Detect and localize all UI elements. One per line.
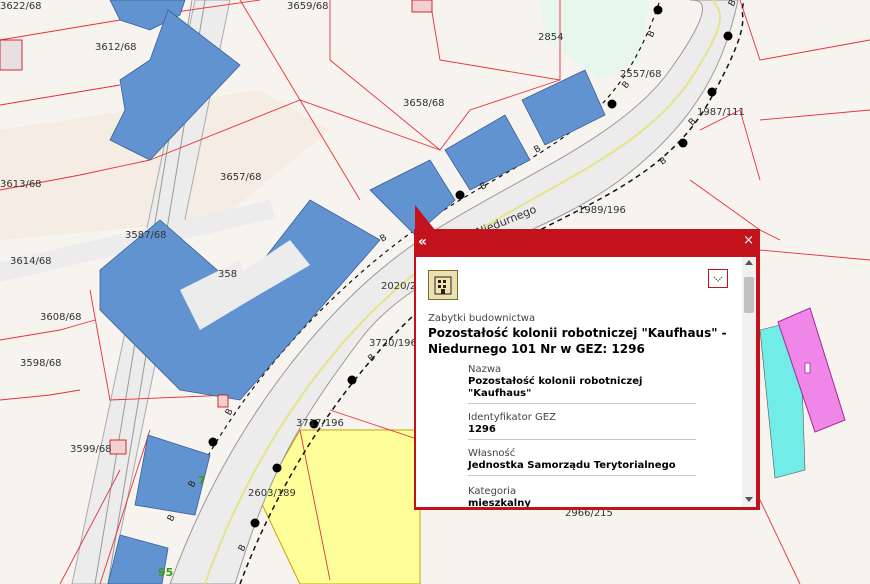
attr-label: Nazwa [468, 364, 502, 375]
feature-popup: « × Zabytki budownictwa Pozostałość kolo… [414, 229, 760, 510]
small-marker-2 [109, 439, 127, 455]
layer-name: Zabytki budownictwa [428, 313, 536, 324]
scroll-thumb[interactable] [744, 277, 754, 313]
attr-gez-id: Identyfikator GEZ 1296 [468, 411, 696, 440]
plot-label: 3657/68 [220, 172, 262, 183]
close-icon[interactable]: × [743, 233, 754, 249]
plot-label: 3720/196 [369, 338, 417, 349]
small-marker [411, 0, 433, 13]
popup-pointer [415, 205, 435, 230]
plot-label: 3658/68 [403, 98, 445, 109]
plot-label: 1987/111 [697, 107, 745, 118]
plot-label: 3599/68 [70, 444, 112, 455]
scroll-down-arrow-icon[interactable] [745, 497, 753, 502]
pink-parcel-marker [804, 362, 811, 374]
building-icon [428, 270, 458, 300]
plot-label: 2557/68 [620, 69, 662, 80]
green-label-2: 95 [158, 566, 173, 579]
plot-label: 3613/68 [0, 179, 42, 190]
plot-label: 3659/68 [287, 1, 329, 12]
plot-label: 3717/196 [296, 418, 344, 429]
attr-name: Nazwa Pozostałość kolonii robotniczej "K… [468, 363, 696, 404]
attr-value: Pozostałość kolonii robotniczej "Kaufhau… [468, 376, 643, 399]
attr-label: Własność [468, 448, 516, 459]
plot-label: 1989/196 [578, 205, 626, 216]
attr-label: Kategoria [468, 486, 517, 497]
attr-label: Identyfikator GEZ [468, 412, 556, 423]
small-marker-3 [217, 394, 229, 408]
scrollbar[interactable] [742, 257, 756, 507]
green-label-1: 7 [198, 474, 206, 487]
plot-label: 3614/68 [10, 256, 52, 267]
plot-label: 2854 [538, 32, 563, 43]
popup-body: Zabytki budownictwa Pozostałość kolonii … [416, 257, 756, 507]
plot-label: 3598/68 [20, 358, 62, 369]
popup-header: « × [414, 229, 760, 257]
collapse-icon[interactable]: « [418, 234, 427, 250]
options-chevron-icon[interactable] [708, 269, 728, 288]
attr-value: 1296 [468, 424, 496, 435]
attr-value: mieszkalny [468, 498, 531, 507]
scroll-up-arrow-icon[interactable] [745, 260, 753, 265]
feature-title: Pozostałość kolonii robotniczej "Kaufhau… [428, 326, 727, 356]
plot-label: 3622/68 [0, 1, 42, 12]
attr-ownership: Własność Jednostka Samorządu Terytorialn… [468, 447, 696, 476]
plot-label: 358 [218, 269, 237, 280]
plot-label: 3612/68 [95, 42, 137, 53]
attr-category: Kategoria mieszkalny [468, 485, 696, 507]
plot-label: 3587/68 [125, 230, 167, 241]
plot-label: 2603/189 [248, 488, 296, 499]
attr-value: Jednostka Samorządu Terytorialnego [468, 460, 676, 471]
plot-label: 3608/68 [40, 312, 82, 323]
